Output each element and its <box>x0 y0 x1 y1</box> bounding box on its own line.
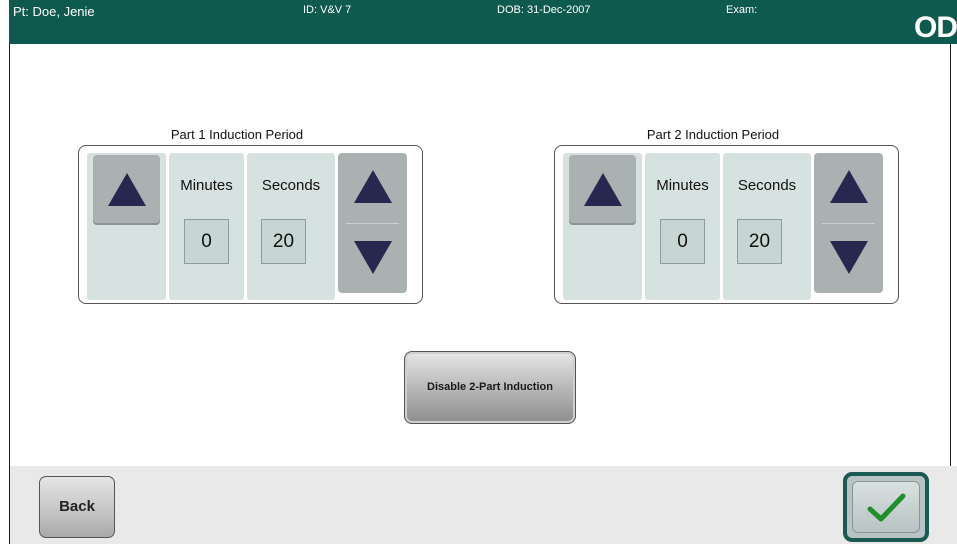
frame-border-right <box>950 44 951 466</box>
confirm-button-face <box>852 481 920 533</box>
patient-name: Pt: Doe, Jenie <box>13 4 95 19</box>
up-arrow-icon <box>830 170 868 203</box>
up-arrow-icon <box>354 170 392 203</box>
part2-seconds-value[interactable]: 20 <box>737 219 782 264</box>
part1-title: Part 1 Induction Period <box>170 127 304 142</box>
part2-seconds-stepper <box>814 153 883 293</box>
disable-2-part-induction-button[interactable]: Disable 2-Part Induction <box>404 351 576 424</box>
part1-minutes-up-button[interactable] <box>93 155 160 225</box>
checkmark-icon <box>867 493 906 522</box>
up-arrow-icon <box>584 173 622 206</box>
part2-induction-panel: Minutes 0 Seconds 20 <box>554 145 899 304</box>
back-button[interactable]: Back <box>39 476 115 538</box>
part1-seconds-column: Seconds 20 <box>247 153 335 300</box>
part2-seconds-label: Seconds <box>737 177 797 194</box>
up-arrow-icon <box>108 173 146 206</box>
part1-seconds-value[interactable]: 20 <box>261 219 306 264</box>
part2-seconds-column: Seconds 20 <box>723 153 811 300</box>
part2-minutes-adjust-column <box>563 153 642 300</box>
part2-minutes-label: Minutes <box>656 177 709 194</box>
confirm-button[interactable] <box>843 472 929 542</box>
part1-minutes-adjust-column <box>87 153 166 300</box>
down-arrow-icon <box>830 241 868 274</box>
part2-seconds-down-button[interactable] <box>814 224 883 293</box>
part2-minutes-column: Minutes 0 <box>645 153 720 300</box>
part1-induction-panel: Minutes 0 Seconds 20 <box>78 145 423 304</box>
part1-seconds-up-button[interactable] <box>338 153 407 223</box>
patient-dob: DOB: 31-Dec-2007 <box>497 4 591 16</box>
part2-seconds-up-button[interactable] <box>814 153 883 223</box>
footer-bar <box>10 466 957 544</box>
part1-minutes-label: Minutes <box>180 177 233 194</box>
part1-seconds-down-button[interactable] <box>338 224 407 293</box>
part1-minutes-value[interactable]: 0 <box>184 219 229 264</box>
part1-minutes-column: Minutes 0 <box>169 153 244 300</box>
part2-minutes-value[interactable]: 0 <box>660 219 705 264</box>
part2-minutes-up-button[interactable] <box>569 155 636 225</box>
eye-indicator: OD <box>914 11 957 44</box>
part2-title: Part 2 Induction Period <box>646 127 780 142</box>
patient-header: Pt: Doe, Jenie ID: V&V 7 DOB: 31-Dec-200… <box>9 0 957 44</box>
down-arrow-icon <box>354 241 392 274</box>
part1-seconds-stepper <box>338 153 407 293</box>
part1-seconds-label: Seconds <box>261 177 321 194</box>
frame-border-left <box>9 0 10 544</box>
exam-label: Exam: <box>726 4 758 16</box>
patient-id: ID: V&V 7 <box>303 4 352 16</box>
